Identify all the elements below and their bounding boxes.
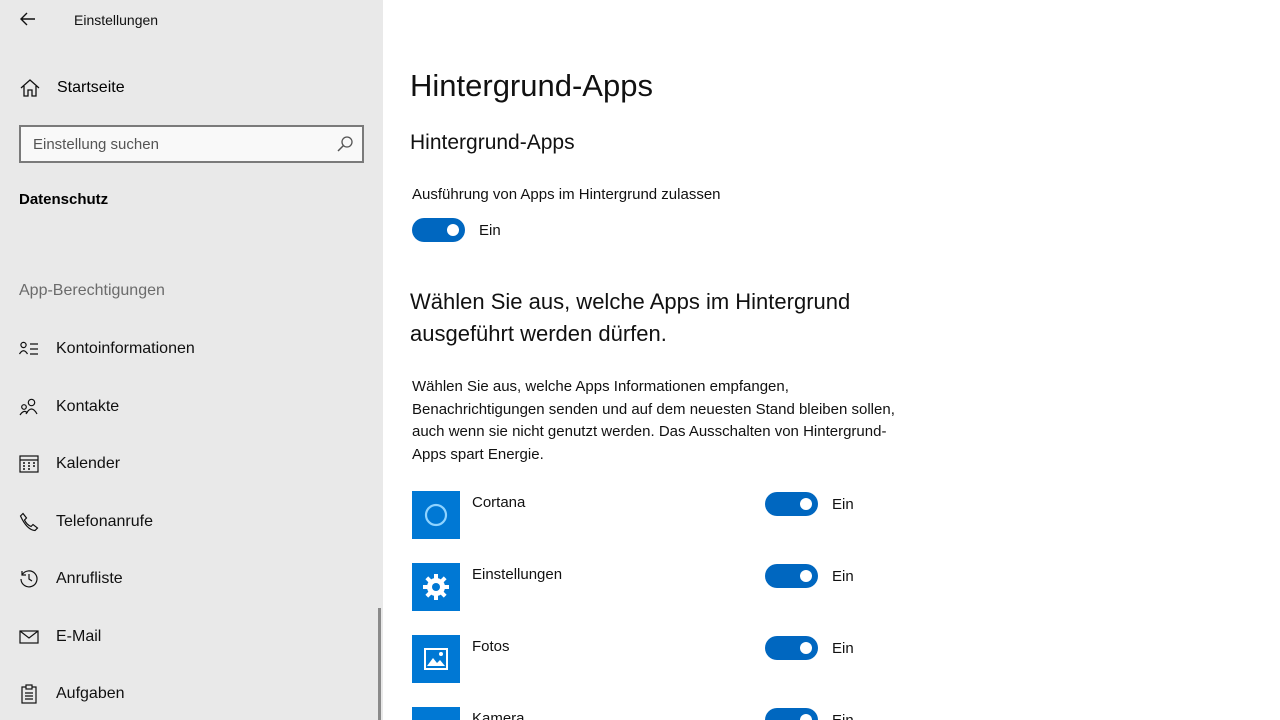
group-label: App-Berechtigungen [19,282,165,299]
sidebar-item-kontakte[interactable]: Kontakte [0,387,380,427]
fotos-toggle[interactable] [765,636,818,660]
app-name: Cortana [472,494,526,511]
einstellungen-toggle[interactable] [765,564,818,588]
master-toggle-state: Ein [479,222,501,239]
sidebar-item-aufgaben[interactable]: Aufgaben [0,674,380,714]
sidebar-item-label: Aufgaben [56,685,125,702]
app-name: Kamera [472,710,525,720]
sidebar-item-label: Startseite [57,79,125,96]
sidebar-item-kontoinformationen[interactable]: Kontoinformationen [0,329,380,369]
app-row-kamera: Kamera Ein [412,707,872,720]
apps-heading: Wählen Sie aus, welche Apps im Hintergru… [410,286,970,350]
search-box[interactable] [19,125,364,163]
toggle-state: Ein [832,568,854,585]
settings-gear-icon [412,563,460,611]
sidebar-item-label: Anrufliste [56,570,123,587]
toggle-state: Ein [832,640,854,657]
home-icon [20,79,40,97]
description-line: auch wenn sie nicht genutzt werden. Das … [412,423,887,440]
window-title: Einstellungen [74,12,159,28]
history-icon [20,570,38,588]
sidebar-item-label: Kontoinformationen [56,340,195,357]
photos-icon [412,635,460,683]
apps-heading-line: Wählen Sie aus, welche Apps im Hintergru… [410,289,851,314]
cortana-icon [412,491,460,539]
title-bar: Einstellungen [0,0,383,40]
description-line: Apps spart Energie. [412,445,544,463]
sidebar-item-label: Kontakte [56,398,120,415]
apps-description: Wählen Sie aus, welche Apps Informatione… [412,376,957,466]
toggle-state: Ein [832,496,854,513]
app-row-fotos: Fotos Ein [412,635,872,683]
phone-icon [19,512,39,532]
page-title: Hintergrund-Apps [410,68,653,103]
camera-icon [412,707,460,720]
sidebar-item-label: Kalender [56,455,121,472]
sidebar-item-label: E-Mail [56,628,102,645]
app-row-einstellungen: Einstellungen Ein [412,563,872,611]
description-line: Wählen Sie aus, welche Apps Informatione… [412,378,789,395]
section-subheading: Hintergrund-Apps [410,131,575,154]
toggle-state: Ein [832,712,854,720]
master-toggle-description: Ausführung von Apps im Hintergrund zulas… [412,186,721,203]
apps-heading-line: ausgeführt werden dürfen. [410,321,667,346]
mail-icon [19,630,39,644]
sidebar-item-anrufliste[interactable]: Anrufliste [0,559,380,599]
sidebar-item-label: Telefonanrufe [56,513,153,530]
account-info-icon [19,341,38,355]
section-title: Datenschutz [19,191,109,208]
master-background-toggle[interactable] [412,218,465,242]
kamera-toggle[interactable] [765,708,818,720]
search-input[interactable] [21,127,331,161]
sidebar-item-home[interactable]: Startseite [0,70,383,106]
main-content: Hintergrund-Apps Hintergrund-Apps Ausfüh… [383,0,1280,720]
back-arrow-icon [20,12,35,26]
app-name: Einstellungen [472,566,563,583]
contacts-icon [19,398,38,416]
search-icon[interactable] [336,135,354,153]
description-line: Benachrichtigungen senden und auf dem ne… [412,400,895,418]
back-button[interactable] [10,4,46,34]
sidebar: Einstellungen Startseite Datenschutz App… [0,0,383,720]
sidebar-scrollbar[interactable] [378,608,381,720]
sidebar-item-kalender[interactable]: Kalender [0,444,380,484]
app-name: Fotos [472,638,510,655]
calendar-icon [19,455,39,473]
tasks-icon [21,684,37,704]
cortana-toggle[interactable] [765,492,818,516]
sidebar-item-e-mail[interactable]: E-Mail [0,617,380,657]
sidebar-item-telefonanrufe[interactable]: Telefonanrufe [0,502,380,542]
app-row-cortana: Cortana Ein [412,491,872,539]
